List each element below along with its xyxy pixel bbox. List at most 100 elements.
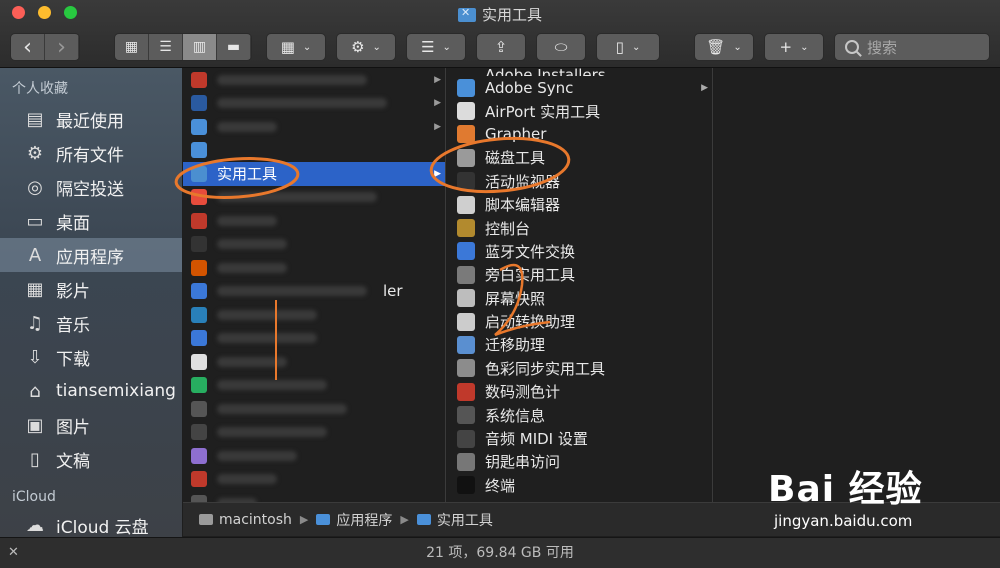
recents-icon: ▤ xyxy=(26,108,44,130)
group-by-button[interactable]: ▦ ⌄ xyxy=(266,33,326,61)
watermark-brand: Bai 经验 xyxy=(768,469,923,510)
sidebar-item[interactable]: A 应用程序 xyxy=(0,238,182,272)
path-item-macintosh[interactable]: macintosh xyxy=(219,512,292,528)
list-item[interactable]: 终端 xyxy=(447,474,712,497)
share-button[interactable]: ⇪ xyxy=(476,33,526,61)
list-item[interactable]: 钥匙串访问 xyxy=(447,450,712,473)
list-item[interactable] xyxy=(183,139,445,163)
list-item[interactable] xyxy=(183,209,445,233)
list-item[interactable] xyxy=(183,256,445,280)
search-field[interactable]: 搜索 xyxy=(834,33,990,61)
sidebar-item[interactable]: ▤ 最近使用 xyxy=(0,102,182,136)
blurred-label xyxy=(217,286,367,297)
blurred-label xyxy=(217,333,317,344)
action-button[interactable]: ⚙ ⌄ xyxy=(336,33,396,61)
list-item[interactable]: 数码测色计 xyxy=(447,380,712,403)
music-icon: ♫ xyxy=(26,312,44,334)
list-item[interactable]: ▶ xyxy=(183,92,445,116)
list-item[interactable]: 磁盘工具 xyxy=(447,146,712,169)
list-item[interactable]: 音频 MIDI 设置 xyxy=(447,427,712,450)
column-view-button[interactable]: ▥ xyxy=(183,34,217,60)
list-item[interactable] xyxy=(183,303,445,327)
app-icon xyxy=(191,259,207,276)
list-item[interactable]: 控制台 xyxy=(447,216,712,239)
list-item[interactable]: Grapher xyxy=(447,123,712,146)
sidebar-item-icloud-drive[interactable]: ☁ iCloud 云盘 xyxy=(0,510,182,540)
arrange-button[interactable]: ☰ ⌄ xyxy=(406,33,466,61)
view-mode-control: ▦ ☰ ▥ ▬ xyxy=(114,33,252,61)
path-item-applications[interactable]: 应用程序 xyxy=(336,510,392,530)
tools-icon[interactable]: ✕ xyxy=(8,538,19,568)
list-item-utilities[interactable]: 实用工具 ▶ xyxy=(183,162,445,186)
status-text: 21 项，69.84 GB 可用 xyxy=(426,545,574,561)
list-item[interactable]: ▶ xyxy=(183,68,445,92)
list-item-label: 磁盘工具 xyxy=(485,149,546,168)
list-item[interactable]: 活动监视器 xyxy=(447,170,712,193)
sidebar-item[interactable]: ▣ 图片 xyxy=(0,408,182,442)
gallery-view-button[interactable]: ▬ xyxy=(217,34,251,60)
icon-view-button[interactable]: ▦ xyxy=(115,34,149,60)
keychain-icon xyxy=(457,452,475,471)
sidebar-item-label: 影片 xyxy=(56,281,90,302)
list-item[interactable]: 系统信息 xyxy=(447,403,712,426)
sidebar-item[interactable]: ⌂ tiansemixiang xyxy=(0,374,182,408)
list-item[interactable]: 屏幕快照 xyxy=(447,287,712,310)
list-item[interactable] xyxy=(183,397,445,421)
list-item[interactable] xyxy=(183,468,445,492)
list-item[interactable]: 迁移助理 xyxy=(447,333,712,356)
delete-button[interactable]: 🗑 ⌄ xyxy=(694,33,754,61)
sidebar-item[interactable]: ⇩ 下载 xyxy=(0,340,182,374)
disclosure-arrow-icon: ▶ xyxy=(434,121,441,132)
sidebar-item-label: 最近使用 xyxy=(56,111,124,132)
list-item[interactable]: 色彩同步实用工具 xyxy=(447,357,712,380)
app-icon xyxy=(191,306,207,323)
path-item-utilities[interactable]: 实用工具 xyxy=(437,510,493,530)
home-icon: ⌂ xyxy=(29,380,41,402)
tags-button[interactable]: ⬭ xyxy=(536,33,586,61)
list-item[interactable] xyxy=(183,421,445,445)
preview-column xyxy=(714,68,1000,502)
app-icon xyxy=(191,189,207,206)
utilities-column: Adobe Installers Adobe Sync ▶ AirPort 实用工具… xyxy=(447,68,713,502)
list-item[interactable]: 旁白实用工具 xyxy=(447,263,712,286)
list-item-label: Adobe Sync xyxy=(485,78,574,97)
list-item[interactable]: AirPort 实用工具 xyxy=(447,99,712,122)
disclosure-arrow-icon: ▶ xyxy=(434,98,441,109)
window-title: 实用工具 xyxy=(0,4,1000,25)
sidebar-item[interactable]: ▦ 影片 xyxy=(0,272,182,306)
sidebar-item[interactable]: ◎ 隔空投送 xyxy=(0,170,182,204)
list-item[interactable] xyxy=(183,233,445,257)
list-view-button[interactable]: ☰ xyxy=(149,34,183,60)
list-item[interactable] xyxy=(183,350,445,374)
sidebar-item[interactable]: ⚙ 所有文件 xyxy=(0,136,182,170)
sidebar-item[interactable]: ▯ 文稿 xyxy=(0,442,182,476)
add-button[interactable]: + ⌄ xyxy=(764,33,824,61)
disk-icon xyxy=(199,514,213,525)
gear-icon: ⚙ xyxy=(351,38,365,56)
list-item[interactable] xyxy=(183,491,445,502)
new-document-button[interactable]: ▯ ⌄ xyxy=(596,33,660,61)
list-item[interactable] xyxy=(183,374,445,398)
blurred-label xyxy=(217,192,377,203)
list-item[interactable]: ler xyxy=(183,280,445,304)
list-item[interactable] xyxy=(183,186,445,210)
sidebar-item[interactable]: ▭ 桌面 xyxy=(0,204,182,238)
migration-icon xyxy=(457,335,475,354)
forward-button[interactable]: › xyxy=(45,34,79,60)
colorsync-icon xyxy=(457,359,475,378)
list-item[interactable]: 启动转换助理 xyxy=(447,310,712,333)
list-item[interactable]: 蓝牙文件交换 xyxy=(447,240,712,263)
sidebar-item[interactable]: ♫ 音乐 xyxy=(0,306,182,340)
list-item[interactable]: ▶ xyxy=(183,115,445,139)
terminal-icon xyxy=(457,476,475,495)
list-item[interactable] xyxy=(183,444,445,468)
back-button[interactable]: ‹ xyxy=(11,34,45,60)
list-item[interactable] xyxy=(183,327,445,351)
sidebar-item-label: 音乐 xyxy=(56,315,90,336)
script-editor-icon xyxy=(457,195,475,214)
list-item[interactable]: Adobe Sync ▶ xyxy=(447,76,712,99)
list-item[interactable]: 脚本编辑器 xyxy=(447,193,712,216)
list-item[interactable]: Adobe Installers xyxy=(447,68,712,76)
desktop-icon: ▭ xyxy=(26,210,44,232)
download-icon: ⇩ xyxy=(27,346,43,368)
